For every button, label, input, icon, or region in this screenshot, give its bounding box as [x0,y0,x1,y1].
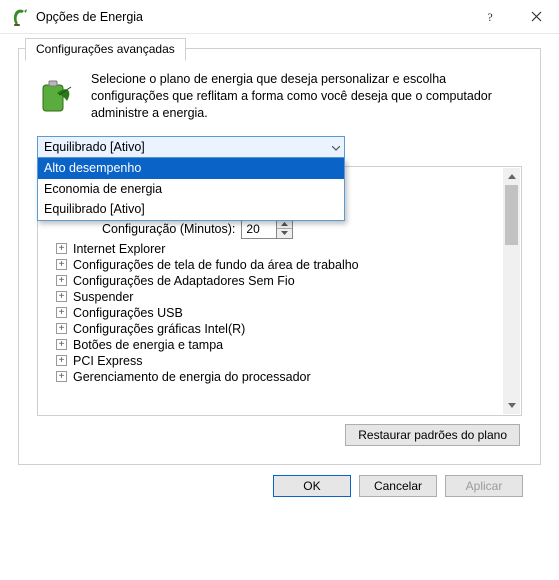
combo-option[interactable]: Equilibrado [Ativo] [38,199,344,220]
tree-node[interactable]: + Configurações USB [42,305,517,321]
dialog-footer: OK Cancelar Aplicar [18,465,541,497]
minutes-input[interactable] [242,222,276,236]
chevron-down-icon [332,140,340,154]
combo-option[interactable]: Alto desempenho [38,158,344,179]
scroll-up-icon[interactable] [503,168,520,185]
tree-node-label: Configurações de Adaptadores Sem Fio [73,274,295,288]
tree-node[interactable]: + Configurações de Adaptadores Sem Fio [42,273,517,289]
tree-node[interactable]: + Suspender [42,289,517,305]
expand-icon[interactable]: + [56,339,67,350]
tree-node-label: Configurações USB [73,306,183,320]
combo-dropdown-list: Alto desempenho Economia de energia Equi… [37,158,345,222]
svg-text:?: ? [487,11,492,23]
tree-node[interactable]: + Gerenciamento de energia do processador [42,369,517,385]
intro-block: Selecione o plano de energia que deseja … [37,71,522,122]
power-plan-icon [10,7,30,27]
tree-node[interactable]: + PCI Express [42,353,517,369]
spin-down-icon[interactable] [277,229,292,238]
expand-icon[interactable]: + [56,243,67,254]
tree-scrollbar[interactable] [503,168,520,414]
window-title: Opções de Energia [36,10,143,24]
config-minutes-row: Configuração (Minutos): [42,219,517,239]
tab-advanced-settings[interactable]: Configurações avançadas [25,38,186,61]
combo-current-value: Equilibrado [Ativo] [44,140,145,154]
intro-text: Selecione o plano de energia que deseja … [91,71,522,122]
tree-node[interactable]: + Configurações gráficas Intel(R) [42,321,517,337]
minutes-spinner[interactable] [241,219,293,239]
expand-icon[interactable]: + [56,355,67,366]
tab-frame: Configurações avançadas Selecione o plan… [18,48,541,465]
tree-node[interactable]: + Internet Explorer [42,241,517,257]
tree-node-label: PCI Express [73,354,142,368]
restore-defaults-button[interactable]: Restaurar padrões do plano [345,424,520,446]
help-button[interactable]: ? [467,1,513,33]
tree-node-label: Suspender [73,290,133,304]
tree-node-label: Internet Explorer [73,242,165,256]
expand-icon[interactable]: + [56,275,67,286]
expand-icon[interactable]: + [56,323,67,334]
tree-node-label: Botões de energia e tampa [73,338,223,352]
scroll-thumb[interactable] [505,185,518,245]
expand-icon[interactable]: + [56,307,67,318]
tree-node[interactable]: + Configurações de tela de fundo da área … [42,257,517,273]
tree-node-label: Configurações gráficas Intel(R) [73,322,245,336]
tree-node-label: Gerenciamento de energia do processador [73,370,311,384]
combo-option[interactable]: Economia de energia [38,179,344,200]
cancel-button[interactable]: Cancelar [359,475,437,497]
scroll-down-icon[interactable] [503,397,520,414]
close-button[interactable] [513,1,559,33]
combo-display[interactable]: Equilibrado [Ativo] [37,136,345,158]
expand-icon[interactable]: + [56,259,67,270]
apply-button[interactable]: Aplicar [445,475,523,497]
scroll-track[interactable] [503,185,520,397]
ok-button[interactable]: OK [273,475,351,497]
expand-icon[interactable]: + [56,291,67,302]
config-label: Configuração (Minutos): [102,222,235,236]
titlebar: Opções de Energia ? [0,0,559,34]
battery-leaf-icon [37,71,79,122]
tree-node-label: Configurações de tela de fundo da área d… [73,258,359,272]
content-area: Configurações avançadas Selecione o plan… [0,34,559,497]
expand-icon[interactable]: + [56,371,67,382]
tree-node[interactable]: + Botões de energia e tampa [42,337,517,353]
power-plan-combo[interactable]: Equilibrado [Ativo] Alto desempenho Econ… [37,136,345,158]
